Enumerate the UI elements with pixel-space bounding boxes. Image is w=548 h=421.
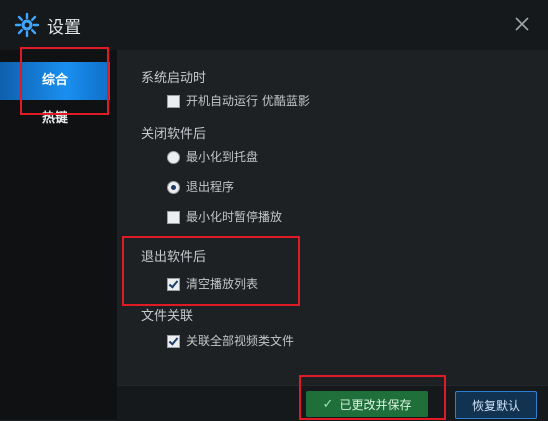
pause-on-minimize-option[interactable]: 最小化时暂停播放 <box>167 209 282 225</box>
clear-playlist-checkbox[interactable] <box>167 277 180 291</box>
close-icon[interactable] <box>514 16 530 32</box>
assoc-all-label: 关联全部视频类文件 <box>186 334 295 348</box>
sidebar-item-general[interactable]: 综合 <box>0 62 110 100</box>
sidebar-item-hotkeys[interactable]: 热键 <box>0 100 110 138</box>
pause-on-minimize-checkbox[interactable] <box>167 210 180 224</box>
sidebar: 综合 热键 <box>0 50 117 420</box>
restore-defaults-button[interactable]: 恢复默认 <box>455 391 537 419</box>
assoc-all-option[interactable]: 关联全部视频类文件 <box>167 333 294 349</box>
minimize-tray-option[interactable]: 最小化到托盘 <box>167 149 258 165</box>
title-bar: 设置 <box>0 0 548 50</box>
sidebar-item-label: 热键 <box>42 111 69 126</box>
restore-defaults-label: 恢复默认 <box>471 398 520 413</box>
checkmark-icon: ✓ <box>322 396 334 412</box>
window-title: 设置 <box>47 18 81 38</box>
clear-playlist-option[interactable]: 清空播放列表 <box>167 276 258 292</box>
section-title-startup: 系统启动时 <box>141 71 207 86</box>
pause-on-minimize-label: 最小化时暂停播放 <box>186 210 283 224</box>
footer-bar: ✓ 已更改并保存 恢复默认 <box>117 385 548 421</box>
section-title-file-assoc: 文件关联 <box>141 309 194 324</box>
autostart-checkbox[interactable] <box>167 94 180 108</box>
settings-gear-icon <box>14 12 40 38</box>
minimize-tray-radio[interactable] <box>167 150 180 164</box>
clear-playlist-label: 清空播放列表 <box>186 277 259 291</box>
exit-program-option[interactable]: 退出程序 <box>167 179 234 195</box>
autostart-option[interactable]: 开机自动运行 优酷蓝影 <box>167 93 310 109</box>
exit-program-label: 退出程序 <box>186 180 235 194</box>
save-button[interactable]: ✓ 已更改并保存 <box>306 391 428 417</box>
section-title-after-exit: 退出软件后 <box>141 250 207 265</box>
assoc-all-checkbox[interactable] <box>167 334 180 348</box>
settings-content: 系统启动时 开机自动运行 优酷蓝影 关闭软件后 最小化到托盘 退出程序 最小化时… <box>117 50 548 420</box>
sidebar-item-label: 综合 <box>42 73 69 88</box>
autostart-label: 开机自动运行 优酷蓝影 <box>186 94 310 108</box>
minimize-tray-label: 最小化到托盘 <box>186 150 259 164</box>
save-button-label: 已更改并保存 <box>339 397 412 412</box>
exit-program-radio[interactable] <box>167 180 180 194</box>
section-title-close: 关闭软件后 <box>141 127 207 142</box>
